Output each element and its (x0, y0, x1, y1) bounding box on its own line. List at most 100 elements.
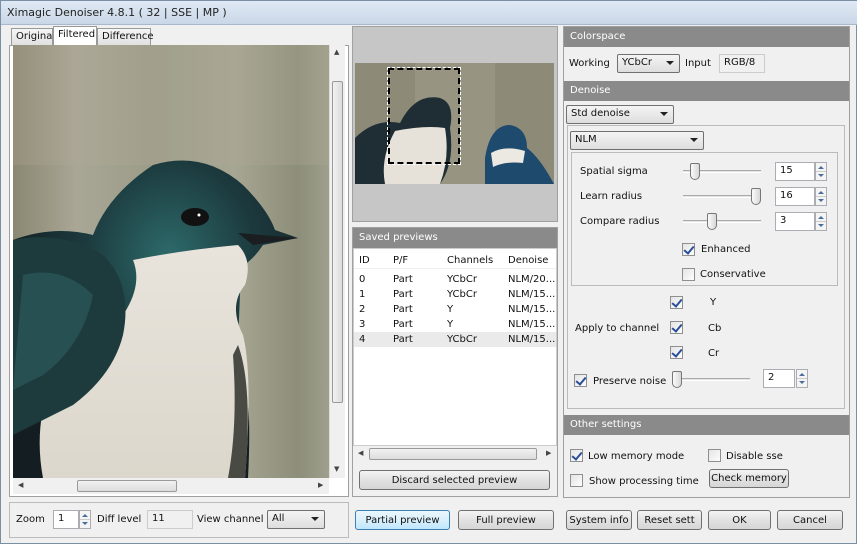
channel-cb-checkbox[interactable] (670, 321, 683, 334)
cell-pf: Part (393, 319, 413, 330)
preserve-noise-spinner[interactable] (796, 369, 808, 388)
view-channel-value: All (272, 513, 285, 524)
cell-id: 1 (359, 289, 366, 300)
ok-button[interactable]: OK (708, 510, 771, 530)
preserve-noise-slider[interactable] (672, 378, 750, 381)
conservative-checkbox[interactable] (682, 268, 695, 281)
cell-pf: Part (393, 274, 413, 285)
enhanced-label: Enhanced (701, 244, 751, 255)
cell-id: 3 (359, 319, 366, 330)
low-memory-checkbox[interactable] (570, 449, 583, 462)
navigator-thumbnail[interactable] (355, 63, 554, 184)
channel-cr-checkbox[interactable] (670, 346, 683, 359)
cell-denoise: NLM/15... (508, 334, 556, 345)
compare-radius-label: Compare radius (580, 216, 660, 227)
scroll-down-arrow[interactable]: ▼ (334, 465, 339, 473)
column-header-channels[interactable]: Channels (447, 255, 493, 266)
compare-radius-spinner[interactable] (815, 212, 827, 231)
bird-image (13, 45, 329, 478)
learn-radius-slider[interactable] (683, 195, 761, 198)
cell-denoise: NLM/15... (508, 289, 556, 300)
cell-id: 2 (359, 304, 366, 315)
diff-level-value: 11 (147, 510, 193, 529)
channel-y-checkbox[interactable] (670, 296, 683, 309)
list-item-selected[interactable]: 4 Part YCbCr NLM/15... (354, 332, 556, 347)
list-item[interactable]: 1 Part YCbCr NLM/15... (354, 287, 556, 302)
learn-radius-spinner[interactable] (815, 187, 827, 206)
cell-id: 4 (359, 334, 366, 345)
channel-cr-label: Cr (708, 348, 720, 359)
image-vertical-scrollbar[interactable]: ▲ ▼ (329, 45, 345, 478)
discard-preview-button[interactable]: Discard selected preview (359, 470, 550, 490)
vertical-scroll-thumb[interactable] (332, 81, 343, 403)
conservative-label: Conservative (700, 269, 766, 280)
diff-level-label: Diff level (97, 514, 142, 525)
compare-radius-slider[interactable] (683, 220, 761, 223)
cell-id: 0 (359, 274, 366, 285)
filtered-image-view[interactable] (13, 45, 329, 478)
algorithm-select[interactable]: NLM (570, 131, 704, 150)
tab-original[interactable]: Original (11, 28, 55, 45)
window-title: Ximagic Denoiser 4.8.1 ( 32 | SSE | MP ) (7, 6, 227, 19)
partial-preview-button[interactable]: Partial preview (355, 510, 450, 530)
check-memory-button[interactable]: Check memory (709, 469, 789, 488)
cell-pf: Part (393, 304, 413, 315)
preserve-noise-input[interactable]: 2 (763, 369, 795, 388)
cell-denoise: NLM/15... (508, 304, 556, 315)
learn-radius-slider-thumb[interactable] (751, 188, 761, 205)
spatial-sigma-slider-thumb[interactable] (689, 163, 700, 180)
scroll-left-arrow[interactable]: ◀ (18, 481, 23, 489)
show-processing-time-label: Show processing time (589, 476, 699, 487)
title-bar: Ximagic Denoiser 4.8.1 ( 32 | SSE | MP ) (1, 1, 857, 25)
system-info-button[interactable]: System info (566, 510, 632, 530)
colorspace-header: Colorspace (564, 27, 849, 47)
spatial-sigma-spinner[interactable] (815, 162, 827, 181)
cancel-button[interactable]: Cancel (777, 510, 843, 530)
preserve-noise-checkbox[interactable] (574, 374, 587, 387)
list-scroll-thumb[interactable] (369, 448, 537, 460)
view-channel-select[interactable]: All (267, 510, 325, 529)
cell-channels: Y (447, 304, 454, 315)
disable-sse-checkbox[interactable] (708, 449, 721, 462)
chevron-down-icon (311, 517, 319, 521)
preserve-noise-slider-thumb[interactable] (672, 371, 682, 388)
learn-radius-label: Learn radius (580, 191, 643, 202)
show-processing-time-checkbox[interactable] (570, 474, 583, 487)
reset-settings-button[interactable]: Reset sett (637, 510, 702, 530)
view-selection-rectangle[interactable] (387, 67, 461, 165)
full-preview-button[interactable]: Full preview (458, 510, 554, 530)
cell-channels: YCbCr (447, 334, 477, 345)
column-header-pf[interactable]: P/F (393, 255, 408, 266)
apply-to-channel-label: Apply to channel (575, 323, 660, 334)
tab-filtered[interactable]: Filtered (53, 26, 97, 46)
column-header-id[interactable]: ID (359, 255, 370, 266)
scroll-right-arrow[interactable]: ▶ (546, 449, 551, 457)
denoise-mode-value: Std denoise (571, 108, 630, 119)
denoise-header: Denoise (564, 81, 849, 101)
compare-radius-slider-thumb[interactable] (706, 213, 717, 230)
denoise-mode-select[interactable]: Std denoise (566, 105, 674, 124)
image-horizontal-scrollbar[interactable]: ◀ ▶ (13, 478, 329, 494)
zoom-input[interactable]: 1 (53, 510, 79, 529)
column-header-denoise[interactable]: Denoise (508, 255, 548, 266)
list-item[interactable]: 0 Part YCbCr NLM/20... (354, 272, 556, 287)
horizontal-scroll-thumb[interactable] (77, 480, 177, 492)
cell-denoise: NLM/15... (508, 319, 556, 330)
enhanced-checkbox[interactable] (682, 243, 695, 256)
list-horizontal-scrollbar[interactable]: ◀ ▶ (353, 446, 557, 462)
saved-previews-list[interactable]: ID P/F Channels Denoise 0 Part YCbCr NLM… (353, 248, 557, 446)
cell-denoise: NLM/20... (508, 274, 556, 285)
learn-radius-input[interactable]: 16 (775, 187, 815, 206)
tab-difference[interactable]: Difference (97, 28, 154, 45)
scroll-left-arrow[interactable]: ◀ (358, 449, 363, 457)
zoom-spinner[interactable] (79, 510, 91, 529)
working-colorspace-value: YCbCr (622, 57, 652, 68)
scroll-up-arrow[interactable]: ▲ (334, 48, 339, 56)
list-item[interactable]: 3 Part Y NLM/15... (354, 317, 556, 332)
app-window: Ximagic Denoiser 4.8.1 ( 32 | SSE | MP )… (0, 0, 857, 544)
spatial-sigma-input[interactable]: 15 (775, 162, 815, 181)
compare-radius-input[interactable]: 3 (775, 212, 815, 231)
list-item[interactable]: 2 Part Y NLM/15... (354, 302, 556, 317)
scroll-right-arrow[interactable]: ▶ (318, 481, 323, 489)
working-colorspace-select[interactable]: YCbCr (617, 54, 680, 73)
